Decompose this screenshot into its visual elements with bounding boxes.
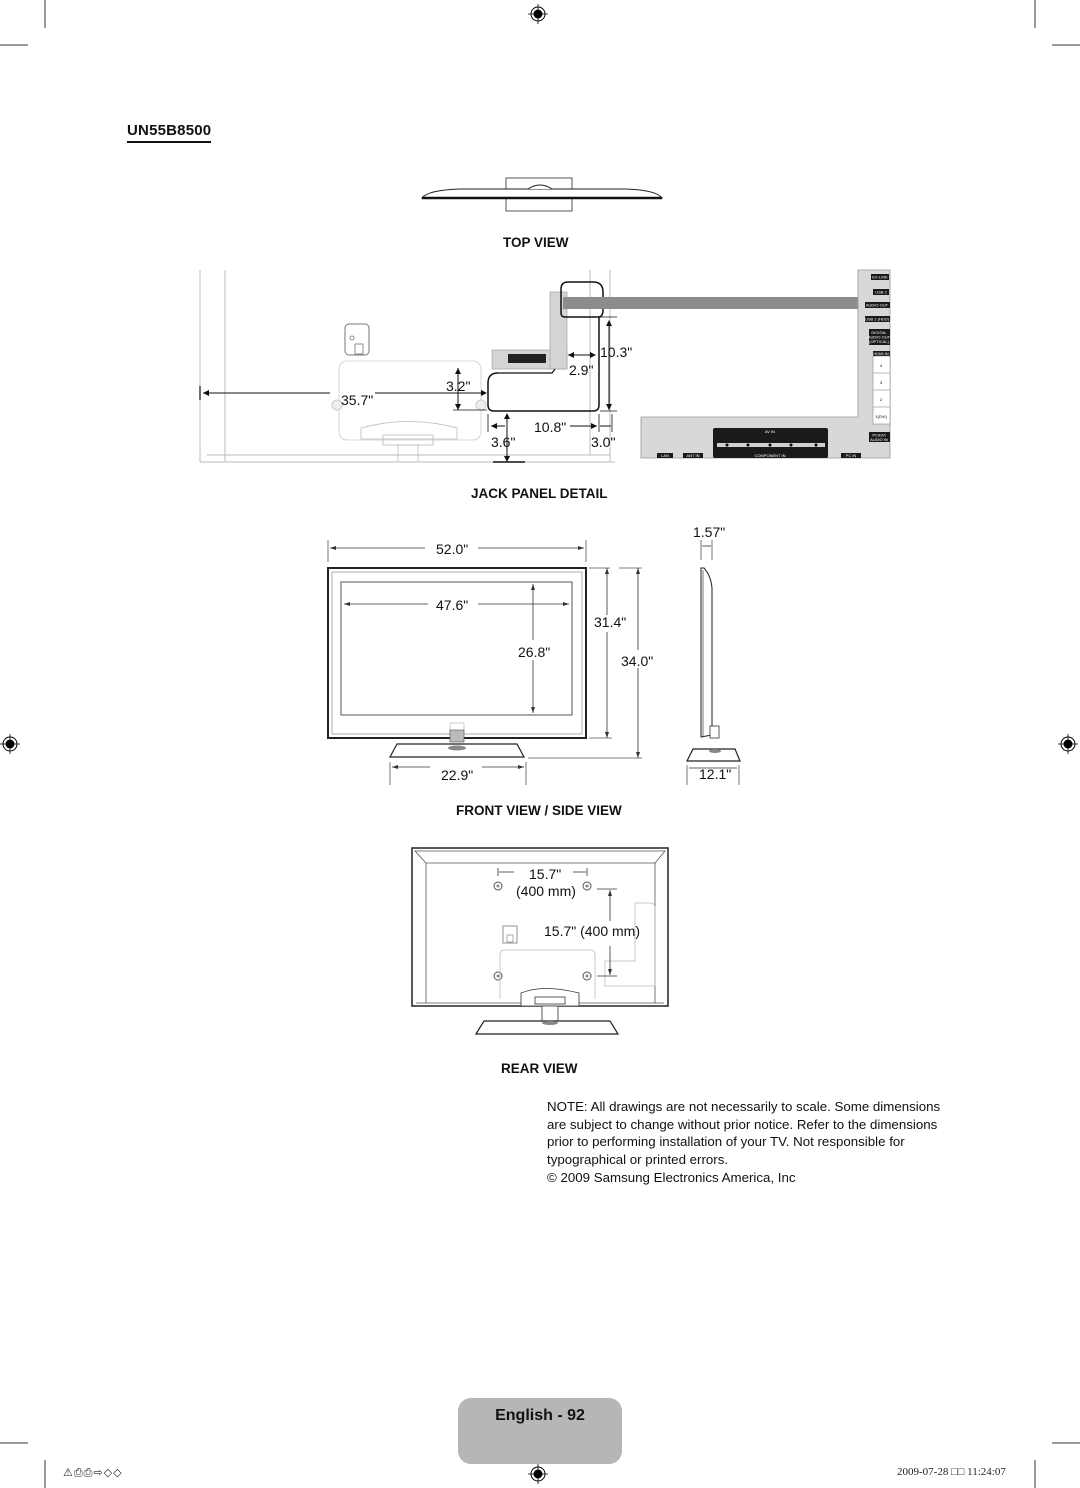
svg-text:USB 2: USB 2 (875, 290, 887, 295)
dim-overall-width: 52.0" (436, 541, 469, 557)
crop-mark-tr-v (1034, 0, 1036, 28)
registration-mark-icon (528, 4, 548, 24)
dim-panel-height: 31.4" (594, 614, 627, 630)
registration-mark-icon (1058, 734, 1078, 754)
dim-side-width: 2.9" (569, 362, 594, 378)
dim-vesa-vertical: 15.7" (400 mm) (544, 923, 641, 939)
dim-overall-height: 34.0" (621, 653, 654, 669)
svg-text:AV IN: AV IN (765, 429, 775, 434)
svg-text:LAN: LAN (661, 453, 669, 458)
side-view-drawing (686, 540, 741, 785)
jack-panel-label: JACK PANEL DETAIL (471, 486, 608, 501)
page-number-badge: English - 92 (458, 1398, 622, 1464)
svg-text:AUDIO IN: AUDIO IN (870, 437, 888, 442)
crop-mark-br-v (1034, 1460, 1036, 1488)
registration-mark-icon (528, 1464, 548, 1484)
dim-side-depth: 10.3" (600, 344, 633, 360)
front-view-drawing (327, 540, 642, 785)
dim-stand-depth: 12.1" (699, 766, 732, 782)
port-label: EX-LINK (872, 275, 888, 280)
dim-vesa-horizontal: 15.7" (529, 866, 562, 882)
top-view-drawing (420, 177, 664, 212)
svg-text:1(DVI): 1(DVI) (875, 414, 887, 419)
dim-right-offset: 3.0" (591, 434, 616, 450)
crop-mark-tl-h (0, 44, 28, 46)
crop-mark-br-h (1052, 1442, 1080, 1444)
svg-text:(OPTICAL): (OPTICAL) (869, 339, 889, 344)
crop-mark-tr-h (1052, 44, 1080, 46)
svg-text:COMPONENT IN: COMPONENT IN (754, 453, 785, 458)
jack-panel-drawing: EX-LINK USB 2 AUDIO OUT USB 1 (HDD) DIGI… (199, 269, 891, 463)
dim-panel-height-offset: 3.2" (446, 378, 471, 394)
svg-text:PC IN: PC IN (846, 453, 857, 458)
crop-mark-bl-h (0, 1442, 28, 1444)
model-title: UN55B8500 (127, 122, 212, 143)
dim-panel-depth: 1.57" (693, 524, 726, 540)
dim-vesa-horizontal-mm: (400 mm) (516, 883, 576, 899)
crop-mark-tl-v (44, 0, 46, 28)
dim-screen-width: 47.6" (436, 597, 469, 613)
rear-view-label: REAR VIEW (501, 1061, 578, 1076)
page-number-label: English - 92 (495, 1407, 585, 1424)
registration-mark-icon (0, 734, 20, 754)
svg-text:ANT IN: ANT IN (686, 453, 699, 458)
dim-left-to-panel: 35.7" (341, 392, 374, 408)
footer-file-glyphs: ⚠⎙⎙⇨◇◇ (63, 1467, 123, 1479)
top-view-label: TOP VIEW (503, 235, 569, 250)
svg-text:USB 1 (HDD): USB 1 (HDD) (865, 317, 890, 322)
front-side-view-label: FRONT VIEW / SIDE VIEW (456, 803, 622, 818)
dim-screen-height: 26.8" (518, 644, 551, 660)
copyright-text: © 2009 Samsung Electronics America, Inc (547, 1170, 796, 1185)
dim-stand-width: 22.9" (441, 767, 474, 783)
crop-mark-bl-v (44, 1460, 46, 1488)
svg-text:AUDIO OUT: AUDIO OUT (866, 303, 889, 308)
dim-panel-width: 10.8" (534, 419, 567, 435)
footer-timestamp: 2009-07-28 □□ 11:24:07 (897, 1466, 1006, 1478)
svg-text:HDMI IN: HDMI IN (873, 351, 888, 356)
dim-bottom-offset: 3.6" (491, 434, 516, 450)
note-text: NOTE: All drawings are not necessarily t… (547, 1099, 941, 1167)
